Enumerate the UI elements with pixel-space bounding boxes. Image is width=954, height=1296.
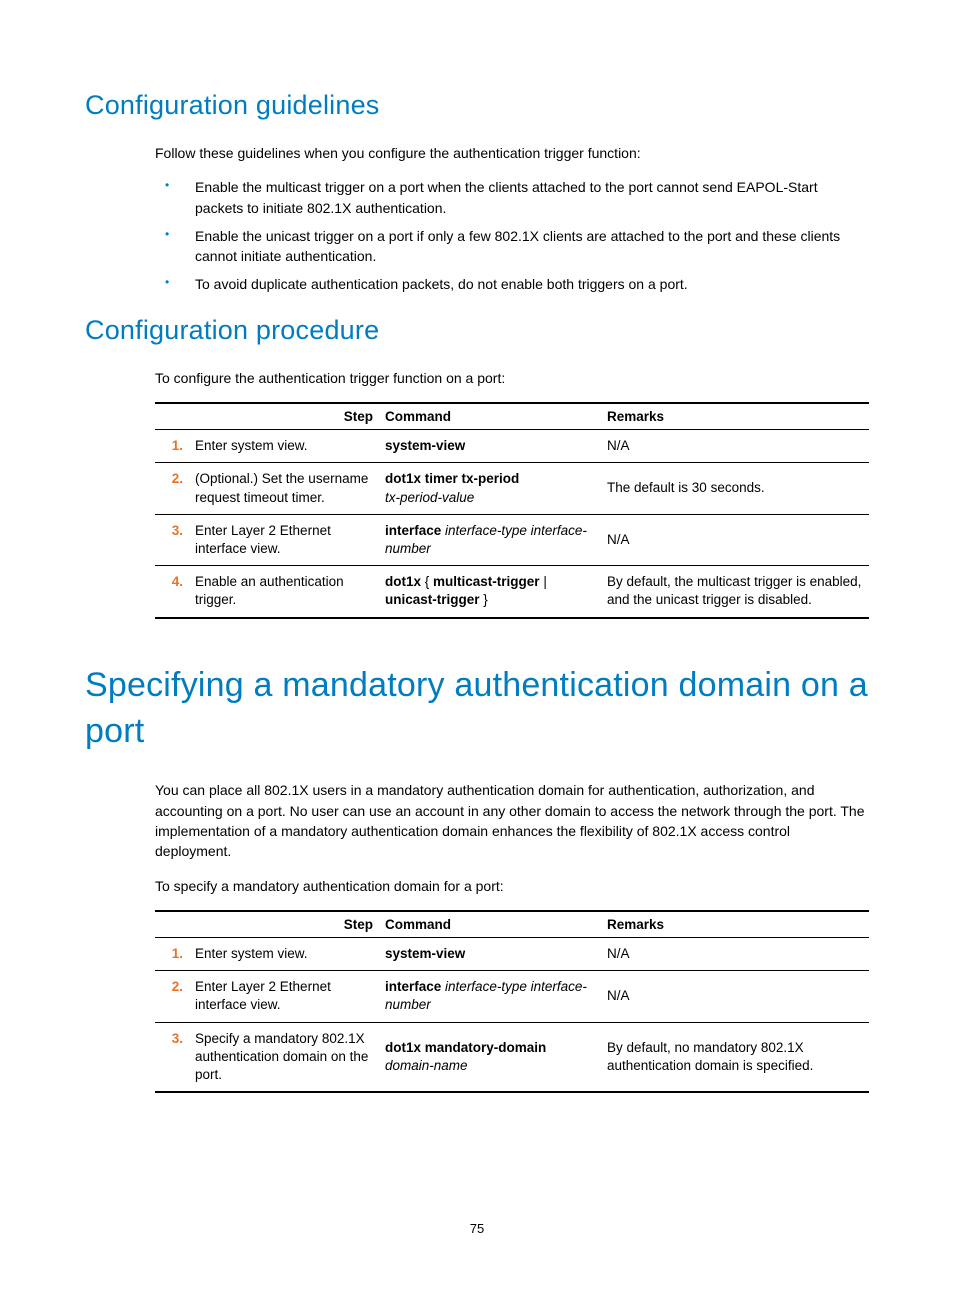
col-command: Command: [383, 911, 605, 938]
procedure-table: Step Command Remarks 1. Enter system vie…: [155, 402, 869, 619]
step-text: Enter Layer 2 Ethernet interface view.: [193, 971, 383, 1022]
step-text: Enter Layer 2 Ethernet interface view.: [193, 514, 383, 565]
step-text: Enter system view.: [193, 937, 383, 970]
mandatory-table: Step Command Remarks 1. Enter system vie…: [155, 910, 869, 1093]
table-row: 1. Enter system view. system-view N/A: [155, 430, 869, 463]
list-item: Enable the multicast trigger on a port w…: [155, 177, 869, 218]
list-item: To avoid duplicate authentication packet…: [155, 274, 869, 294]
col-step: Step: [155, 403, 383, 430]
mandatory-para: You can place all 802.1X users in a mand…: [155, 780, 869, 861]
page-number: 75: [0, 1221, 954, 1236]
heading-mandatory-domain: Specifying a mandatory authentication do…: [85, 663, 869, 755]
remarks-cell: N/A: [605, 430, 869, 463]
list-item: Enable the unicast trigger on a port if …: [155, 226, 869, 267]
guidelines-list: Enable the multicast trigger on a port w…: [155, 177, 869, 294]
table-row: 2. (Optional.) Set the username request …: [155, 463, 869, 514]
remarks-cell: By default, the multicast trigger is ena…: [605, 566, 869, 618]
guidelines-intro: Follow these guidelines when you configu…: [155, 143, 869, 163]
step-number: 2.: [172, 471, 183, 486]
procedure-intro: To configure the authentication trigger …: [155, 368, 869, 388]
col-remarks: Remarks: [605, 911, 869, 938]
remarks-cell: N/A: [605, 971, 869, 1022]
heading-config-procedure: Configuration procedure: [85, 315, 869, 346]
mandatory-intro: To specify a mandatory authentication do…: [155, 876, 869, 896]
command-cell: system-view: [383, 430, 605, 463]
step-number: 1.: [172, 946, 183, 961]
command-cell: interface interface-type interface-numbe…: [383, 514, 605, 565]
step-number: 3.: [172, 523, 183, 538]
remarks-cell: By default, no mandatory 802.1X authenti…: [605, 1022, 869, 1092]
remarks-cell: The default is 30 seconds.: [605, 463, 869, 514]
command-cell: dot1x timer tx-periodtx-period-value: [383, 463, 605, 514]
table-row: 4. Enable an authentication trigger. dot…: [155, 566, 869, 618]
col-remarks: Remarks: [605, 403, 869, 430]
command-cell: interface interface-type interface-numbe…: [383, 971, 605, 1022]
command-cell: dot1x { multicast-trigger | unicast-trig…: [383, 566, 605, 618]
step-text: (Optional.) Set the username request tim…: [193, 463, 383, 514]
table-row: 3. Specify a mandatory 802.1X authentica…: [155, 1022, 869, 1092]
command-cell: dot1x mandatory-domaindomain-name: [383, 1022, 605, 1092]
remarks-cell: N/A: [605, 514, 869, 565]
table-row: 2. Enter Layer 2 Ethernet interface view…: [155, 971, 869, 1022]
step-number: 2.: [172, 979, 183, 994]
remarks-cell: N/A: [605, 937, 869, 970]
table-row: 1. Enter system view. system-view N/A: [155, 937, 869, 970]
step-number: 1.: [172, 438, 183, 453]
step-text: Enter system view.: [193, 430, 383, 463]
step-number: 4.: [172, 574, 183, 589]
step-number: 3.: [172, 1031, 183, 1046]
heading-config-guidelines: Configuration guidelines: [85, 90, 869, 121]
command-cell: system-view: [383, 937, 605, 970]
table-row: 3. Enter Layer 2 Ethernet interface view…: [155, 514, 869, 565]
step-text: Specify a mandatory 802.1X authenticatio…: [193, 1022, 383, 1092]
col-command: Command: [383, 403, 605, 430]
col-step: Step: [155, 911, 383, 938]
step-text: Enable an authentication trigger.: [193, 566, 383, 618]
